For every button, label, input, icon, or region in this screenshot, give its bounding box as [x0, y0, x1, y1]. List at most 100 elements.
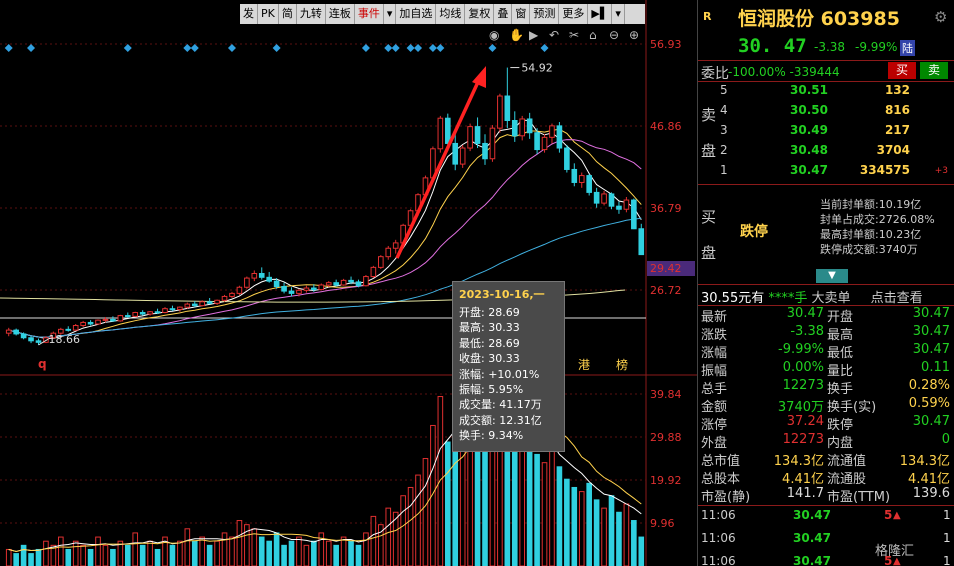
stock-name[interactable]: 恒润股份 603985: [738, 4, 900, 31]
event-diamond[interactable]: [406, 44, 415, 52]
candle-body[interactable]: [35, 340, 42, 343]
candle-body[interactable]: [378, 256, 384, 268]
candle-body[interactable]: [593, 191, 600, 204]
candle-body[interactable]: [80, 321, 86, 327]
candle-body[interactable]: [333, 282, 339, 286]
event-diamond[interactable]: [436, 44, 445, 52]
eye-icon[interactable]: ◉: [489, 28, 499, 42]
event-diamond[interactable]: [123, 44, 132, 52]
event-diamond[interactable]: [190, 44, 199, 52]
candle-body[interactable]: [325, 282, 332, 286]
hand-icon[interactable]: ✋: [509, 28, 524, 42]
candle-body[interactable]: [266, 276, 272, 282]
candle-body[interactable]: [117, 315, 124, 322]
candle-body[interactable]: [482, 142, 488, 160]
ask-row[interactable]: 4 30.50 816: [720, 103, 950, 121]
candle-body[interactable]: [511, 120, 518, 137]
candle-body[interactable]: [72, 325, 79, 331]
candle-body[interactable]: [348, 279, 354, 283]
candle-body[interactable]: [311, 287, 317, 291]
candle-body[interactable]: [370, 266, 377, 278]
candle-body[interactable]: [177, 306, 183, 310]
candle-body[interactable]: [608, 193, 615, 207]
big-order-view-link[interactable]: 点击查看: [871, 291, 923, 306]
undo-icon[interactable]: ↶: [549, 28, 559, 42]
candle-body[interactable]: [586, 175, 592, 193]
candle-body[interactable]: [102, 318, 109, 321]
event-diamond[interactable]: [488, 44, 497, 52]
ask-row[interactable]: 1 30.47 334575 +3: [720, 163, 950, 181]
billboard-marker[interactable]: 榜: [616, 357, 628, 372]
candle-body[interactable]: [385, 247, 392, 258]
candle-body[interactable]: [578, 175, 585, 183]
ask-row[interactable]: 2 30.48 3704: [720, 143, 950, 161]
candle-body[interactable]: [110, 318, 116, 322]
candle-body[interactable]: [467, 126, 473, 149]
candle-body[interactable]: [437, 117, 444, 150]
event-diamond[interactable]: [361, 44, 370, 52]
candle-body[interactable]: [504, 95, 511, 121]
candle-body[interactable]: [169, 308, 176, 311]
candle-body[interactable]: [258, 273, 265, 278]
candle-body[interactable]: [281, 286, 287, 292]
candle-body[interactable]: [459, 147, 466, 165]
candle-body[interactable]: [474, 126, 481, 144]
candle-body[interactable]: [392, 242, 399, 249]
candle-body[interactable]: [556, 125, 563, 149]
candle-body[interactable]: [65, 328, 72, 331]
candle-body[interactable]: [184, 303, 191, 308]
candle-body[interactable]: [13, 329, 19, 335]
q-marker[interactable]: q: [38, 357, 47, 371]
candle-body[interactable]: [541, 136, 548, 151]
big-order-bar[interactable]: 30.55元有 ****手 大卖单 点击查看: [701, 287, 953, 306]
candle-body[interactable]: [28, 337, 34, 342]
candle-body[interactable]: [206, 301, 213, 304]
candle-body[interactable]: [288, 290, 295, 294]
candle-body[interactable]: [616, 205, 622, 210]
kline-chart[interactable]: 56.93 46.86 36.79 29.42 26.72 39.84 29.88 19.92…: [0, 0, 697, 566]
candle-body[interactable]: [534, 132, 540, 151]
event-diamond[interactable]: [27, 44, 36, 52]
candle-body[interactable]: [444, 117, 451, 144]
candle-body[interactable]: [571, 168, 578, 183]
event-diamond[interactable]: [540, 44, 549, 52]
candle-body[interactable]: [229, 292, 235, 297]
zoom-out-icon[interactable]: ⊖: [609, 28, 619, 42]
candle-body[interactable]: [355, 281, 362, 287]
candle-body[interactable]: [244, 277, 250, 288]
candle-body[interactable]: [5, 329, 12, 334]
candle-body[interactable]: [549, 125, 555, 138]
event-diamond[interactable]: [391, 44, 400, 52]
ask-row[interactable]: 5 30.51 132: [720, 83, 950, 101]
candle-body[interactable]: [147, 311, 153, 315]
candle-body[interactable]: [638, 228, 645, 256]
candle-body[interactable]: [452, 142, 459, 165]
scissors-icon[interactable]: ✂: [569, 28, 579, 42]
play-icon[interactable]: ▶: [529, 28, 539, 42]
event-diamond[interactable]: [4, 44, 13, 52]
buy-button[interactable]: 买: [888, 62, 916, 79]
candle-body[interactable]: [132, 312, 139, 317]
lock-icon[interactable]: ⌂: [589, 28, 597, 42]
event-diamond[interactable]: [414, 44, 423, 52]
candle-body[interactable]: [95, 319, 101, 325]
event-diamond[interactable]: [384, 44, 393, 52]
candle-body[interactable]: [631, 199, 637, 230]
candle-body[interactable]: [154, 311, 161, 314]
candle-body[interactable]: [20, 333, 27, 339]
event-diamond[interactable]: [227, 44, 236, 52]
candle-body[interactable]: [236, 286, 243, 294]
candle-body[interactable]: [564, 147, 570, 170]
candle-body[interactable]: [139, 312, 146, 315]
candle-body[interactable]: [296, 289, 302, 294]
candle-body[interactable]: [526, 118, 533, 134]
candle-body[interactable]: [489, 127, 496, 160]
candle-body[interactable]: [519, 118, 526, 137]
event-diamond[interactable]: [272, 44, 281, 52]
candle-body[interactable]: [162, 308, 168, 314]
candle-body[interactable]: [87, 321, 94, 325]
chevron-down-icon[interactable]: ▼: [816, 269, 848, 283]
candle-body[interactable]: [251, 273, 258, 279]
candle-body[interactable]: [623, 199, 630, 210]
event-diamond[interactable]: [428, 44, 437, 52]
